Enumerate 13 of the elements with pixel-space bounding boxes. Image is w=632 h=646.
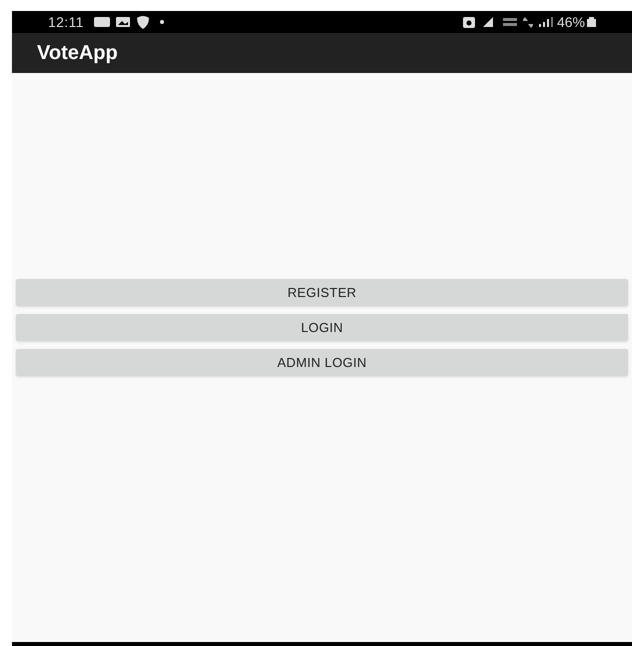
dot-icon [160,20,164,24]
battery-percentage: 46% [556,12,585,32]
alarm-icon [462,16,475,28]
menu-button[interactable]: REGISTER [16,279,628,306]
image-icon [116,17,130,27]
shield-icon [136,15,150,29]
data-arrows-icon [522,16,533,28]
menu-button[interactable]: LOGIN [16,314,628,341]
clock: 12:11 [48,12,84,32]
menu-button[interactable]: ADMIN LOGIN [16,349,628,376]
signal-icon [538,17,553,27]
app-title: VoteApp [37,41,118,66]
battery-icon [587,17,596,27]
